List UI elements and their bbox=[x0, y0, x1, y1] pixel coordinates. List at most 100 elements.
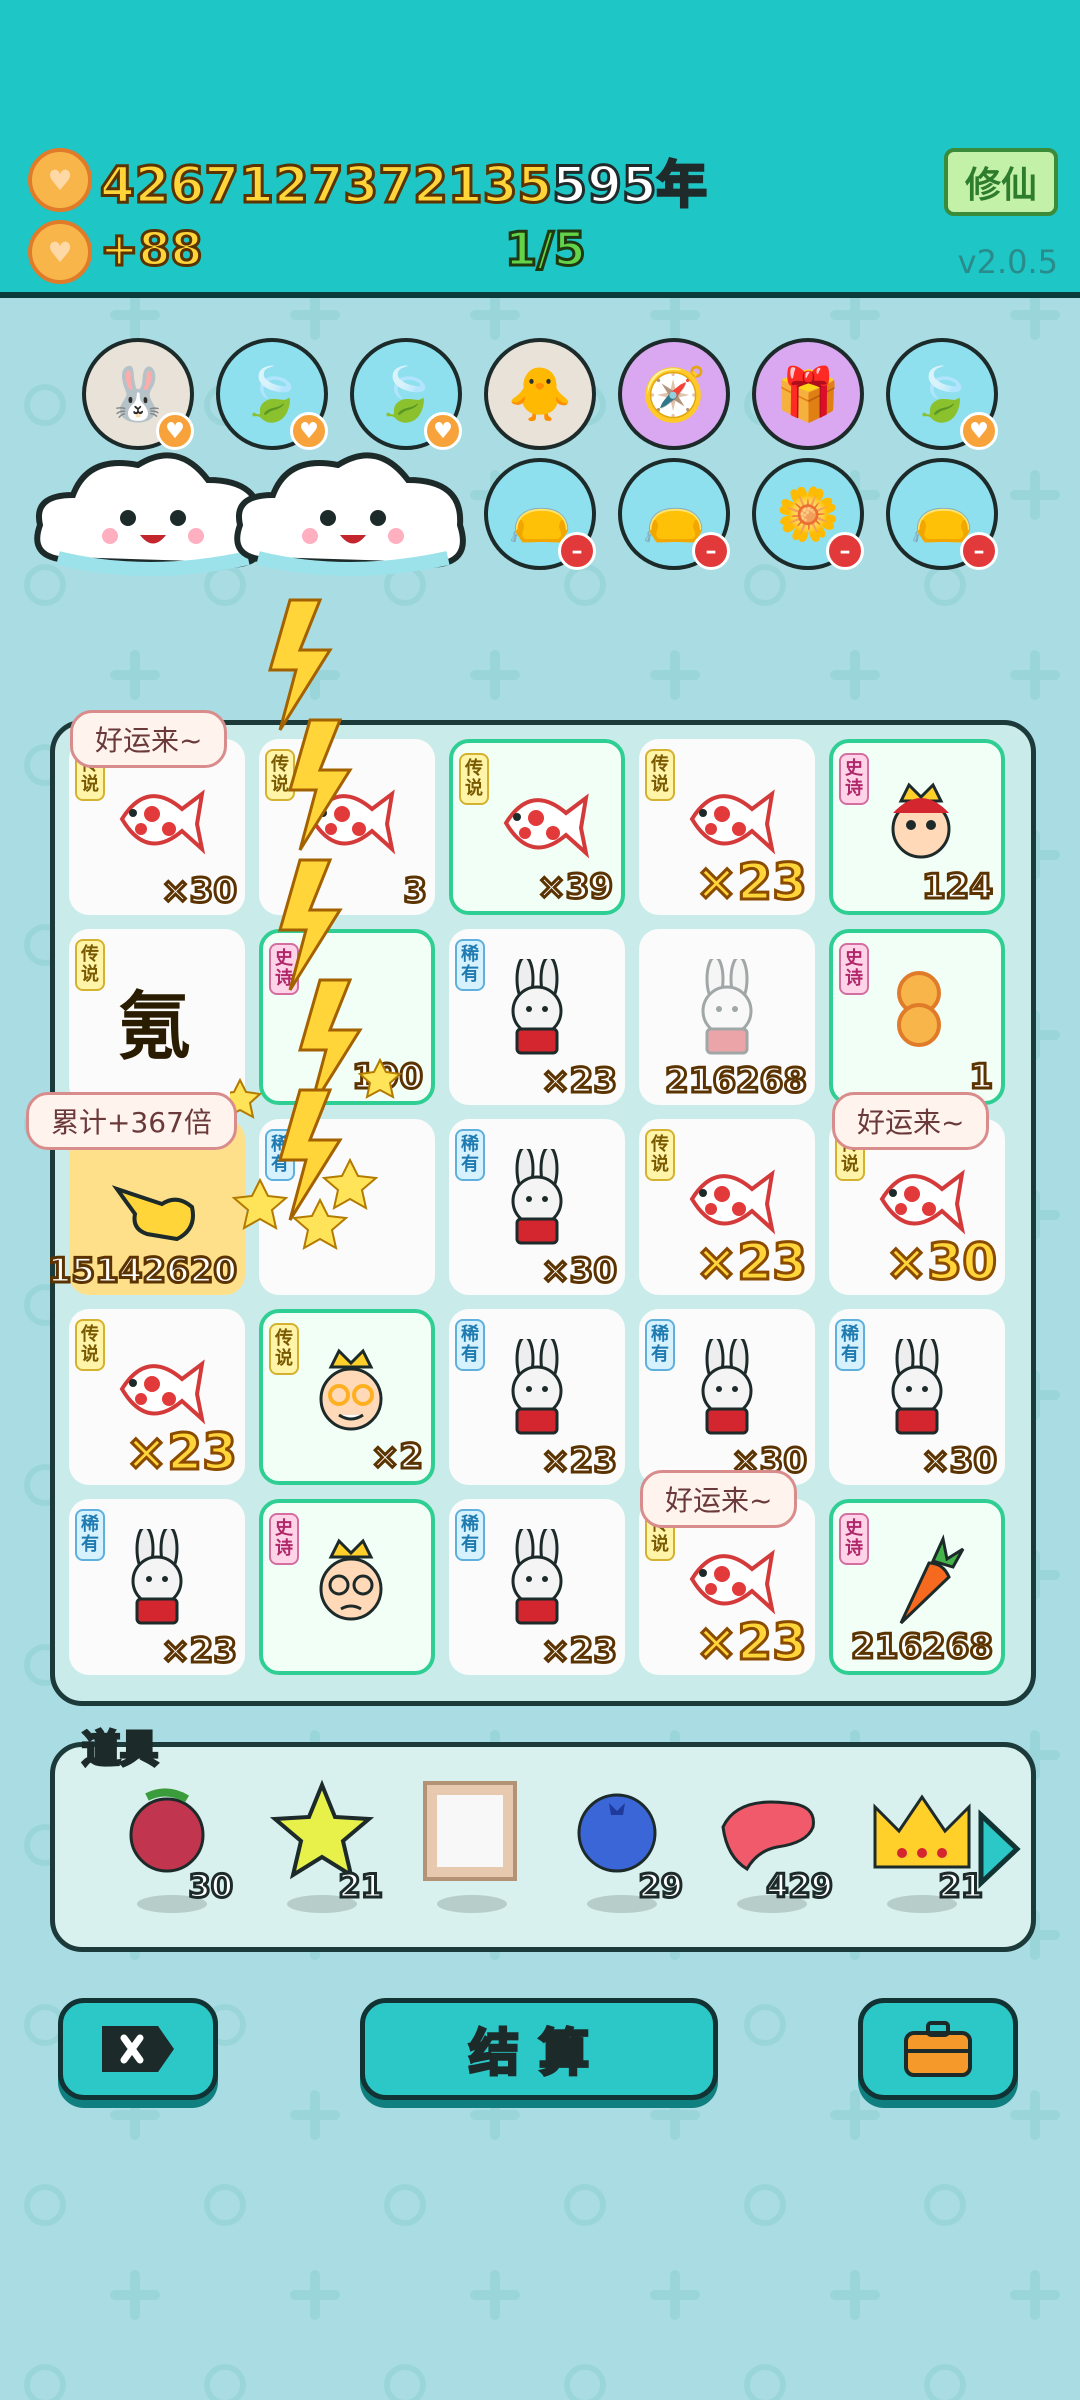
rabbit-icon bbox=[677, 1335, 777, 1439]
rarity-tag: 传说 bbox=[269, 1323, 299, 1375]
grid-cell[interactable]: 稀有 ×23 bbox=[69, 1499, 245, 1675]
rabbit-icon bbox=[487, 1335, 587, 1439]
close-button[interactable] bbox=[58, 1998, 218, 2100]
multiplier-count: ×23 bbox=[124, 1422, 238, 1483]
frame-icon bbox=[417, 1777, 527, 1891]
multiplier-count: ×30 bbox=[160, 870, 239, 913]
minus-badge-icon: – bbox=[558, 532, 596, 570]
heart-badge-icon: ♥ bbox=[960, 412, 998, 450]
old-king-icon bbox=[301, 1343, 401, 1443]
rarity-tag: 传说 bbox=[645, 1129, 675, 1181]
grid-cell[interactable]: 传说 ×39 bbox=[449, 739, 625, 915]
grid-cell[interactable]: 史诗 124 bbox=[829, 739, 1005, 915]
grid-cell[interactable]: 传说 ×23 bbox=[639, 1119, 815, 1295]
rarity-tag: 稀有 bbox=[455, 1129, 485, 1181]
grid-cell[interactable]: 稀有 ×30 bbox=[829, 1309, 1005, 1485]
grid-cell[interactable]: 史诗 1 bbox=[829, 929, 1005, 1105]
multiplier-count: ×30 bbox=[884, 1232, 998, 1293]
multiplier-count: ×2 bbox=[369, 1436, 424, 1479]
slot-board: 传说×30传说3传说×39传说×23史诗124传说氪史诗190稀有×232162… bbox=[46, 720, 1036, 1706]
tool-count: 30 bbox=[187, 1866, 235, 1907]
grid-cell[interactable]: 稀有 ×30 bbox=[449, 1119, 625, 1295]
rarity-tag: 传说 bbox=[75, 939, 105, 991]
grid-cell[interactable]: 稀有 ×30 bbox=[639, 1309, 815, 1485]
rarity-tag: 传说 bbox=[645, 749, 675, 801]
grid-cell[interactable]: 传说 ×23 bbox=[639, 739, 815, 915]
grid-cell[interactable]: 稀有 ×23 bbox=[449, 1499, 625, 1675]
tool-slot[interactable]: 21 bbox=[867, 1777, 984, 1917]
chick-egg-icon[interactable]: 🐥 bbox=[484, 338, 596, 450]
grid-cell[interactable]: 稀有 ×23 bbox=[449, 1309, 625, 1485]
rabbit-faded-icon bbox=[677, 955, 777, 1059]
rarity-tag: 传说 bbox=[459, 753, 489, 805]
minus-badge-icon: – bbox=[960, 532, 998, 570]
tools-panel: 30 21 29 429 21 bbox=[50, 1742, 1036, 1952]
grid-cell[interactable]: 史诗 bbox=[259, 1499, 435, 1675]
shadow bbox=[437, 1895, 507, 1913]
tool-count: 29 bbox=[637, 1866, 685, 1907]
rabbit-icon bbox=[487, 1145, 587, 1249]
fish-icon bbox=[107, 769, 207, 869]
rabbit-icon bbox=[487, 1525, 587, 1629]
compass-icon[interactable]: 🧭 bbox=[618, 338, 730, 450]
multiplier-bubble: 累计+367倍 bbox=[26, 1092, 237, 1150]
grid-cell[interactable]: 稀有 ×23 bbox=[449, 929, 625, 1105]
bag-icon[interactable]: 👝 – bbox=[618, 458, 730, 570]
tool-slot[interactable]: 29 bbox=[567, 1777, 684, 1917]
leaf-icon[interactable]: 🍃 ♥ bbox=[216, 338, 328, 450]
rarity-tag: 史诗 bbox=[839, 943, 869, 995]
multiplier-count: 15142620 bbox=[46, 1250, 238, 1293]
cultivate-button[interactable]: 修仙 bbox=[944, 148, 1058, 216]
leaf-icon[interactable]: 🍃 ♥ bbox=[350, 338, 462, 450]
rarity-tag: 稀有 bbox=[835, 1319, 865, 1371]
multiplier-count: ×23 bbox=[694, 852, 808, 913]
multiplier-count: ×23 bbox=[540, 1630, 619, 1673]
multiplier-count: ×30 bbox=[920, 1440, 999, 1483]
rabbit-icon[interactable]: 🐰 ♥ bbox=[82, 338, 194, 450]
rarity-tag: 稀有 bbox=[455, 1509, 485, 1561]
bag-icon[interactable]: 👝 – bbox=[484, 458, 596, 570]
grid-cell[interactable]: 传说 ×2 bbox=[259, 1309, 435, 1485]
tool-slot[interactable] bbox=[417, 1777, 527, 1917]
minus-badge-icon: – bbox=[826, 532, 864, 570]
tools-title: 道具 bbox=[80, 1726, 159, 1773]
multiplier-count: ×23 bbox=[694, 1612, 808, 1673]
rabbit-icon bbox=[487, 955, 587, 1059]
lightning-effect bbox=[230, 598, 403, 1250]
tool-slot[interactable]: 429 bbox=[717, 1777, 834, 1917]
multiplier-count: ×30 bbox=[540, 1250, 619, 1293]
grid-cell[interactable]: 传说氪 bbox=[69, 929, 245, 1105]
bag-icon[interactable]: 👝 – bbox=[886, 458, 998, 570]
carrot-icon bbox=[871, 1533, 971, 1633]
leaf-icon[interactable]: 🍃 ♥ bbox=[886, 338, 998, 450]
tool-slot[interactable]: 21 bbox=[267, 1777, 384, 1917]
king-head-icon bbox=[871, 773, 971, 873]
grid-cell[interactable]: 史诗 216268 bbox=[829, 1499, 1005, 1675]
tool-slot[interactable]: 30 bbox=[117, 1777, 234, 1917]
flower-pot-icon[interactable]: 🌼 – bbox=[752, 458, 864, 570]
rarity-tag: 稀有 bbox=[75, 1509, 105, 1561]
fish-icon bbox=[491, 773, 591, 873]
grid-cell[interactable]: 传说 ×23 bbox=[69, 1309, 245, 1485]
multiplier-count: 216268 bbox=[664, 1060, 809, 1103]
multiplier-count: ×23 bbox=[694, 1232, 808, 1293]
rarity-tag: 稀有 bbox=[455, 939, 485, 991]
lucky-bubble: 好运来~ bbox=[70, 710, 228, 768]
total-score: 4267127372135595年 bbox=[98, 155, 708, 216]
settle-button[interactable]: 结算 bbox=[360, 1998, 718, 2100]
pointer-hand-icon bbox=[107, 1149, 207, 1249]
gift-box-icon[interactable]: 🎁 bbox=[752, 338, 864, 450]
years-label: 595年 bbox=[551, 155, 708, 216]
multiplier-count: ×23 bbox=[540, 1440, 619, 1483]
rarity-tag: 稀有 bbox=[455, 1319, 485, 1371]
coin-icon bbox=[28, 148, 92, 212]
bag-button[interactable] bbox=[858, 1998, 1018, 2100]
grid-cell[interactable]: 216268 bbox=[639, 929, 815, 1105]
rabbit-icon bbox=[867, 1335, 967, 1439]
tool-count: 429 bbox=[765, 1866, 835, 1907]
briefcase-icon bbox=[904, 2021, 972, 2077]
round-progress: 1/5 bbox=[504, 221, 588, 278]
rarity-tag: 稀有 bbox=[645, 1319, 675, 1371]
lucky-bubble: 好运来~ bbox=[832, 1092, 990, 1150]
multiplier-count: ×23 bbox=[540, 1060, 619, 1103]
